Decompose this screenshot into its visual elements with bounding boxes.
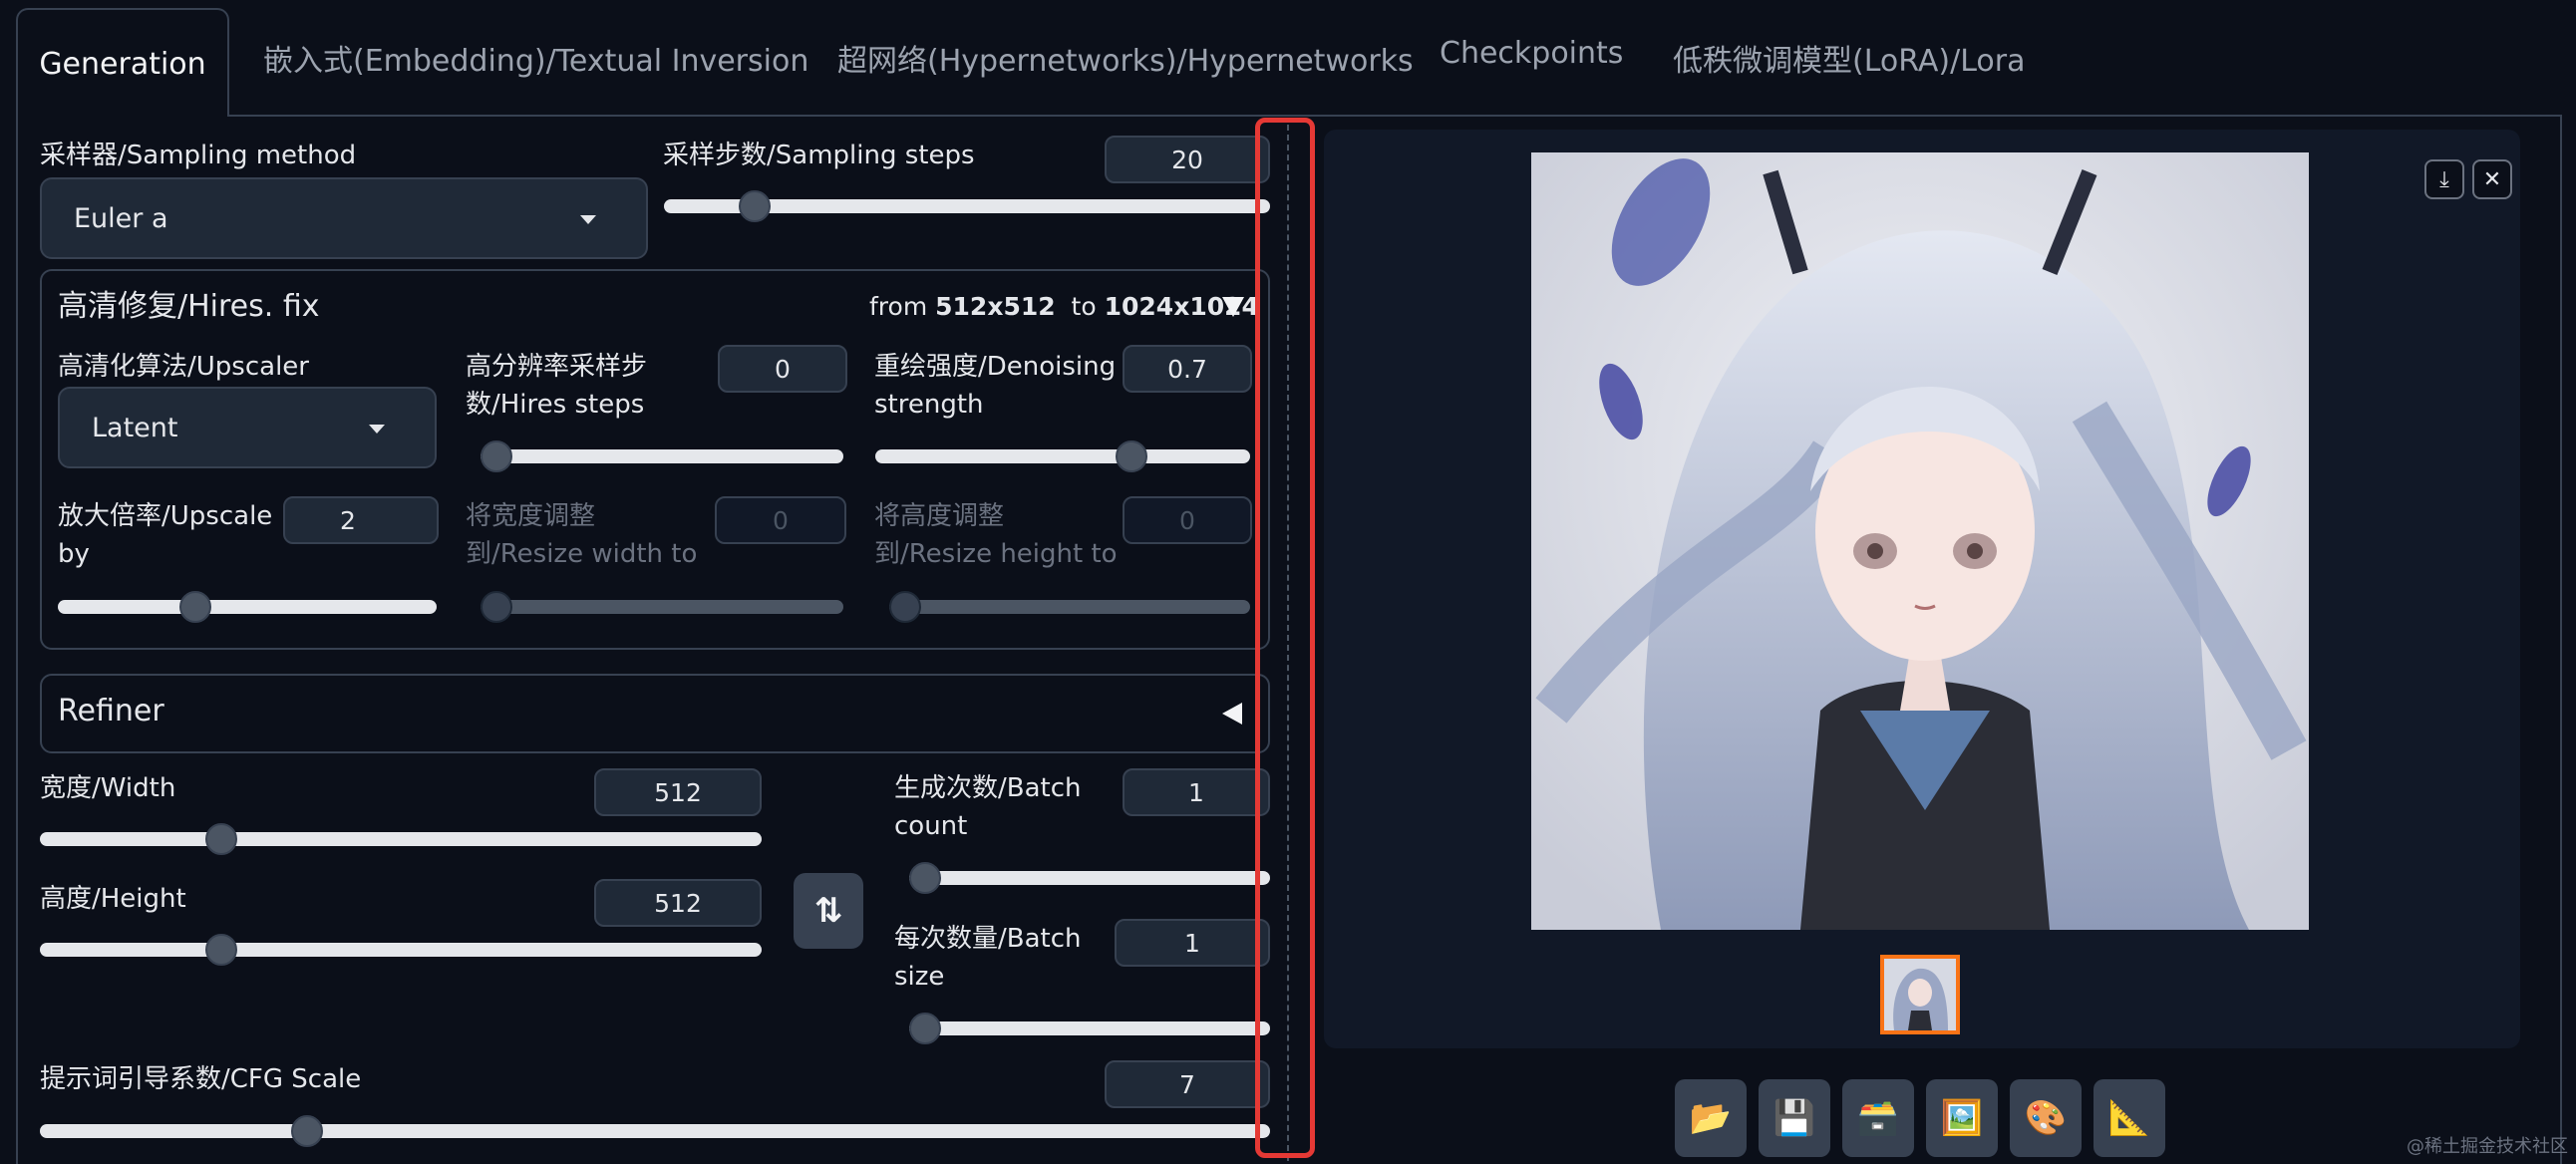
width-slider[interactable]	[40, 823, 762, 855]
zip-button[interactable]: 🗃️	[1842, 1079, 1914, 1157]
cfg-label: 提示词引导系数/CFG Scale	[40, 1064, 362, 1094]
hires-steps-slider[interactable]	[481, 440, 843, 472]
tab-embedding[interactable]: 嵌入式(Embedding)/Textual Inversion	[263, 36, 808, 80]
close-icon[interactable]: ✕	[2472, 159, 2512, 199]
height-input[interactable]: 512	[594, 879, 762, 927]
cfg-input[interactable]: 7	[1105, 1060, 1270, 1108]
batch-count-slider-handle[interactable]	[909, 862, 941, 894]
resize-width-label: 将宽度调整	[466, 501, 596, 531]
height-label: 高度/Height	[40, 884, 186, 914]
resize-width-slider	[481, 591, 843, 623]
chevron-down-icon	[369, 425, 385, 434]
batch-size-slider[interactable]	[909, 1013, 1270, 1044]
denoising-slider-handle[interactable]	[1115, 440, 1147, 472]
hires-size-summary: from 512x512 to 1024x1024	[869, 292, 1259, 321]
download-icon[interactable]: ⤓	[2424, 159, 2464, 199]
send-to-inpaint-button[interactable]: 🎨	[2010, 1079, 2082, 1157]
image-icon: 🖼️	[1940, 1098, 1984, 1138]
batch-size-label-2: size	[894, 962, 945, 992]
resize-width-slider-handle	[481, 591, 512, 623]
sampler-dropdown[interactable]: Euler a	[40, 177, 648, 259]
tab-generation[interactable]: Generation	[16, 8, 229, 117]
collapse-down-icon[interactable]	[1222, 297, 1244, 317]
tab-checkpoints[interactable]: Checkpoints	[1440, 36, 1623, 71]
anime-girl-illustration	[1531, 152, 2309, 930]
hires-steps-label: 高分辨率采样步	[466, 352, 648, 382]
resize-height-input: 0	[1123, 496, 1252, 544]
expand-left-icon[interactable]	[1222, 703, 1242, 725]
tab-hypernetworks[interactable]: 超网络(Hypernetworks)/Hypernetworks	[837, 36, 1414, 80]
open-folder-button[interactable]: 📂	[1675, 1079, 1747, 1157]
upscale-by-label-2: by	[58, 539, 90, 569]
save-button[interactable]: 💾	[1759, 1079, 1830, 1157]
folder-icon: 📂	[1689, 1098, 1733, 1138]
refiner-title[interactable]: Refiner	[58, 692, 164, 731]
batch-count-label-2: count	[894, 811, 968, 841]
swap-dimensions-button[interactable]: ⇅	[794, 873, 863, 949]
resize-height-slider-handle	[889, 591, 921, 623]
upscaler-value: Latent	[92, 412, 178, 443]
resize-width-input: 0	[715, 496, 846, 544]
denoising-slider[interactable]	[875, 440, 1250, 472]
resize-height-label-2: 到/Resize height to	[874, 539, 1118, 569]
hires-steps-input[interactable]: 0	[718, 345, 847, 393]
sampler-label: 采样器/Sampling method	[40, 141, 357, 170]
swap-icon: ⇅	[813, 891, 843, 931]
hires-steps-label-2: 数/Hires steps	[466, 390, 645, 420]
width-slider-handle[interactable]	[205, 823, 238, 855]
send-to-extras-button[interactable]: 📐	[2093, 1079, 2165, 1157]
tab-lora[interactable]: 低秩微调模型(LoRA)/Lora	[1673, 36, 2025, 80]
sampler-value: Euler a	[74, 202, 168, 234]
denoising-input[interactable]: 0.7	[1123, 345, 1252, 393]
palette-icon: 🎨	[2024, 1098, 2068, 1138]
height-slider-handle[interactable]	[205, 934, 238, 966]
steps-slider[interactable]	[664, 190, 1270, 222]
hires-title[interactable]: 高清修复/Hires. fix	[58, 287, 320, 327]
upscaler-dropdown[interactable]: Latent	[58, 387, 437, 468]
width-label: 宽度/Width	[40, 773, 176, 803]
refiner-group[interactable]	[40, 674, 1270, 753]
width-input[interactable]: 512	[594, 768, 762, 816]
steps-input[interactable]: 20	[1105, 136, 1270, 183]
upscale-by-slider-handle[interactable]	[178, 591, 211, 623]
batch-size-slider-handle[interactable]	[909, 1013, 941, 1044]
resize-height-slider	[889, 591, 1250, 623]
generated-image[interactable]	[1531, 152, 2309, 930]
batch-count-label: 生成次数/Batch	[894, 773, 1082, 803]
send-to-img2img-button[interactable]: 🖼️	[1926, 1079, 1998, 1157]
save-icon: 💾	[1772, 1098, 1816, 1138]
batch-size-label: 每次数量/Batch	[894, 924, 1082, 954]
steps-slider-handle[interactable]	[738, 190, 771, 222]
height-slider[interactable]	[40, 934, 762, 966]
resize-width-label-2: 到/Resize width to	[466, 539, 698, 569]
zip-icon: 🗃️	[1856, 1098, 1900, 1138]
highlight-annotation	[1255, 118, 1315, 1158]
batch-count-slider[interactable]	[909, 862, 1270, 894]
batch-count-input[interactable]: 1	[1123, 768, 1270, 816]
hires-steps-slider-handle[interactable]	[481, 440, 512, 472]
thumbnail-image	[1884, 959, 1956, 1030]
cfg-slider[interactable]	[40, 1115, 1270, 1147]
batch-size-input[interactable]: 1	[1115, 919, 1270, 967]
upscale-by-input[interactable]: 2	[283, 496, 439, 544]
ruler-icon: 📐	[2107, 1098, 2151, 1138]
denoising-label-2: strength	[874, 390, 984, 420]
upscale-by-slider[interactable]	[58, 591, 437, 623]
resize-height-label: 将高度调整	[874, 501, 1005, 531]
denoising-label: 重绘强度/Denoising	[874, 352, 1117, 382]
gallery-thumbnail[interactable]	[1880, 955, 1960, 1034]
tab-bar: Generation 嵌入式(Embedding)/Textual Invers…	[0, 0, 2576, 117]
steps-label: 采样步数/Sampling steps	[663, 141, 975, 170]
upscale-by-label: 放大倍率/Upscale	[58, 501, 273, 531]
upscaler-label: 高清化算法/Upscaler	[58, 352, 309, 382]
chevron-down-icon	[580, 215, 596, 224]
watermark: @稀土掘金技术社区	[2407, 1136, 2568, 1157]
